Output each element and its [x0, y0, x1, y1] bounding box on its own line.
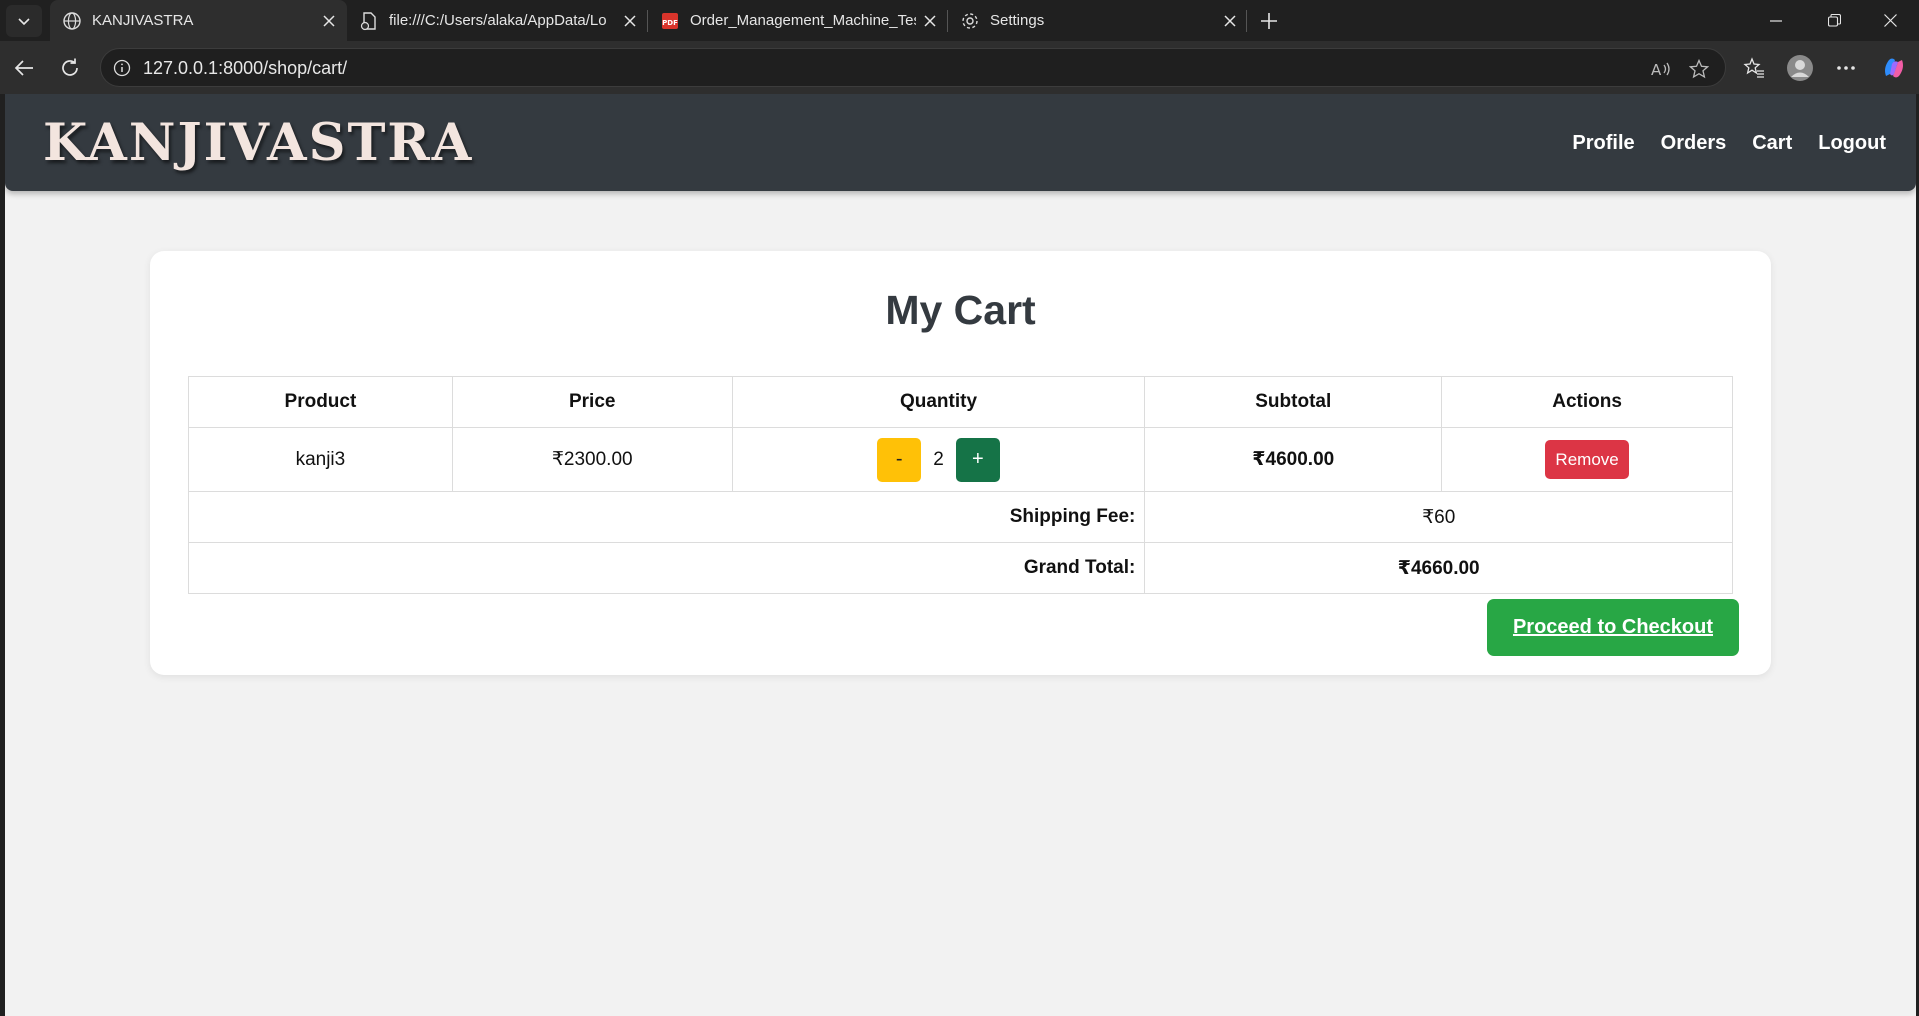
column-header-quantity: Quantity: [731, 376, 1146, 428]
nav-logout-link[interactable]: Logout: [1818, 128, 1886, 158]
increase-quantity-button[interactable]: +: [955, 437, 1000, 482]
minimize-button[interactable]: [1747, 0, 1805, 41]
new-tab-button[interactable]: [1254, 6, 1284, 36]
table-header-row: Product Price Quantity Subtotal Actions: [188, 376, 1733, 428]
site-header: KANJIVASTRA Profile Orders Cart Logout: [5, 94, 1916, 191]
item-subtotal: ₹4600.00: [1144, 427, 1443, 492]
grand-total-value: ₹4660.00: [1144, 542, 1733, 594]
main-nav: Profile Orders Cart Logout: [1572, 128, 1912, 158]
close-icon[interactable]: [618, 9, 642, 33]
favorites-button[interactable]: [1736, 51, 1772, 85]
tab-title: Settings: [990, 12, 1045, 29]
pdf-icon: PDF: [660, 11, 680, 31]
product-price: ₹2300.00: [451, 427, 733, 492]
restore-button[interactable]: [1805, 0, 1863, 41]
decrease-quantity-button[interactable]: -: [877, 437, 922, 482]
cart-table: Product Price Quantity Subtotal Actions …: [187, 376, 1733, 594]
tab-kanjivastra[interactable]: KANJIVASTRA: [50, 0, 347, 41]
proceed-to-checkout-button[interactable]: Proceed to Checkout: [1487, 599, 1739, 656]
browser-toolbar: 127.0.0.1:8000/shop/cart/ A: [0, 41, 1919, 94]
grand-total-row: Grand Total: ₹4660.00: [187, 542, 1733, 594]
back-button[interactable]: [6, 51, 42, 85]
tab-settings[interactable]: Settings: [948, 0, 1246, 41]
tab-actions-menu-button[interactable]: [6, 5, 42, 37]
file-icon: [359, 11, 379, 31]
quantity-cell: - 2 +: [731, 427, 1146, 492]
info-icon[interactable]: [111, 57, 133, 79]
tab-pdf[interactable]: PDF Order_Management_Machine_Tes: [648, 0, 946, 41]
copilot-icon: [1885, 58, 1903, 78]
arrow-left-icon: [14, 60, 33, 76]
favorites-icon: [1743, 57, 1764, 78]
star-icon[interactable]: [1685, 55, 1713, 83]
tab-title: file:///C:/Users/alaka/AppData/Lo: [389, 12, 607, 29]
column-header-product: Product: [188, 376, 453, 428]
close-icon[interactable]: [1218, 9, 1242, 33]
gear-icon: [960, 11, 980, 31]
svg-text:PDF: PDF: [662, 19, 678, 27]
avatar: [1787, 55, 1813, 81]
close-window-button[interactable]: [1861, 0, 1919, 41]
restore-icon: [1827, 14, 1841, 27]
grand-total-label: Grand Total:: [187, 542, 1146, 594]
tab-strip: KANJIVASTRA file:///C:/Users/alaka/AppDa…: [0, 0, 1919, 41]
tab-separator: [1246, 10, 1247, 32]
shipping-value: ₹60: [1144, 491, 1733, 543]
more-options-button[interactable]: [1828, 51, 1864, 85]
svg-text:A: A: [1651, 61, 1662, 79]
nav-orders-link[interactable]: Orders: [1661, 128, 1727, 158]
actions-cell: Remove: [1441, 427, 1733, 492]
profile-button[interactable]: [1782, 51, 1818, 85]
tab-file[interactable]: file:///C:/Users/alaka/AppData/Lo: [347, 0, 645, 41]
nav-cart-link[interactable]: Cart: [1752, 128, 1792, 158]
refresh-icon: [62, 58, 78, 76]
minimize-icon: [1770, 19, 1782, 22]
url-text[interactable]: 127.0.0.1:8000/shop/cart/: [143, 58, 347, 78]
address-bar[interactable]: 127.0.0.1:8000/shop/cart/ A: [100, 48, 1726, 87]
tab-title: KANJIVASTRA: [92, 12, 194, 29]
quantity-stepper: - 2 +: [877, 437, 1000, 482]
more-icon: [1837, 66, 1855, 70]
column-header-actions: Actions: [1441, 376, 1733, 428]
page-title: My Cart: [885, 287, 1036, 333]
quantity-value: 2: [933, 448, 944, 470]
close-icon[interactable]: [918, 9, 942, 33]
remove-button[interactable]: Remove: [1545, 440, 1630, 479]
shipping-row: Shipping Fee: ₹60: [187, 491, 1733, 543]
page-viewport: KANJIVASTRA Profile Orders Cart Logout M…: [5, 94, 1916, 1016]
close-icon[interactable]: [317, 9, 341, 33]
globe-icon: [62, 11, 82, 31]
brand-logo[interactable]: KANJIVASTRA: [43, 112, 473, 174]
product-name: kanji3: [188, 427, 453, 492]
cart-card: My Cart Product Price Quantity Subtotal …: [150, 251, 1771, 675]
shipping-label: Shipping Fee:: [187, 491, 1146, 543]
close-icon: [1883, 14, 1897, 27]
plus-icon: [1261, 13, 1277, 29]
column-header-price: Price: [451, 376, 733, 428]
column-header-subtotal: Subtotal: [1144, 376, 1443, 428]
chevron-down-icon: [18, 18, 30, 26]
table-row: kanji3 ₹2300.00 - 2 + ₹4600.00 Remove: [188, 427, 1733, 492]
refresh-button[interactable]: [52, 51, 88, 85]
tab-title: Order_Management_Machine_Tes: [690, 12, 916, 29]
read-aloud-icon[interactable]: A: [1647, 55, 1675, 83]
nav-profile-link[interactable]: Profile: [1572, 128, 1634, 158]
copilot-button[interactable]: [1876, 51, 1912, 85]
